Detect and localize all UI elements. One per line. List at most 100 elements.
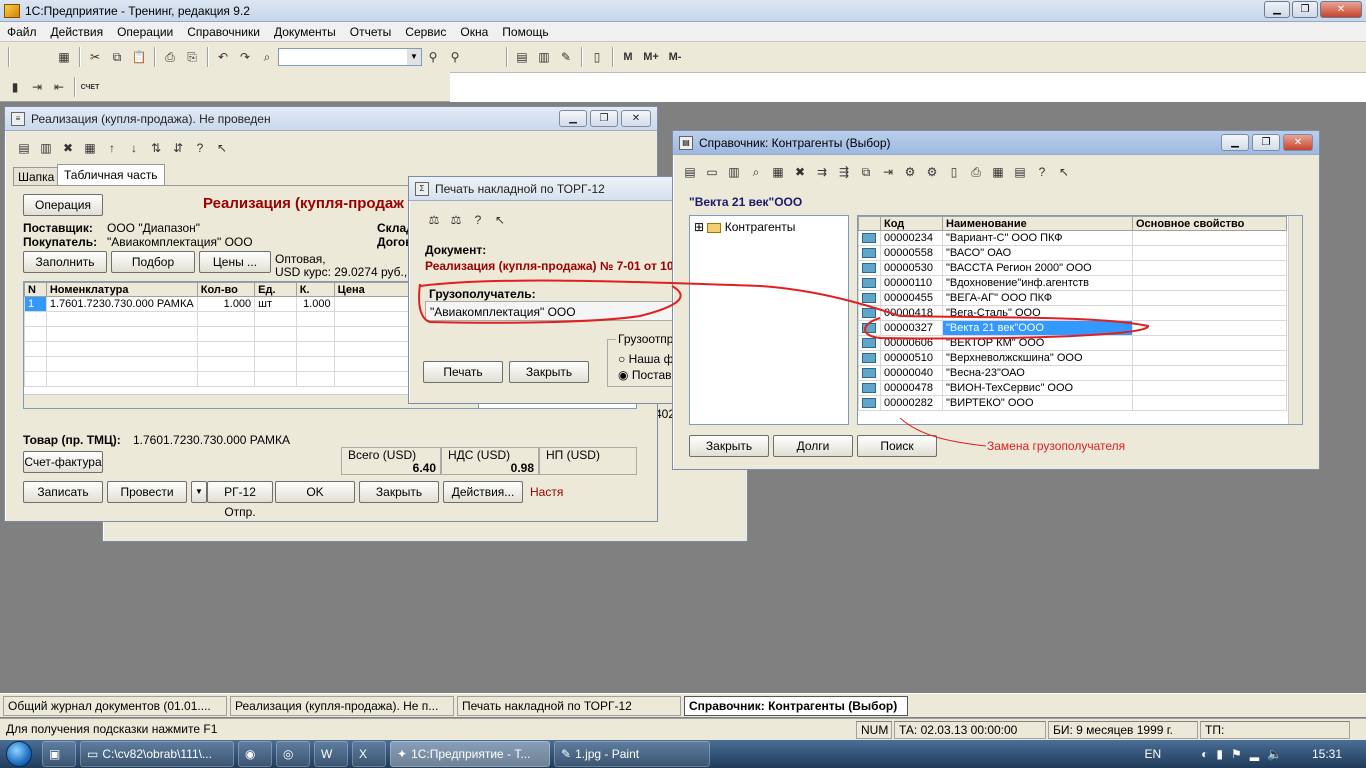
mdi-task-sale[interactable]: Реализация (купля-продажа). Не п... xyxy=(230,695,454,716)
start-button[interactable] xyxy=(0,740,38,768)
cell-code[interactable]: 00000558 xyxy=(880,245,943,261)
pointer-help-icon[interactable]: ↖ xyxy=(489,209,511,231)
sort-desc-icon[interactable]: ⇵ xyxy=(167,137,189,159)
cell-name[interactable]: "Весна-23"ОАО xyxy=(942,365,1133,381)
cell-main-prop[interactable] xyxy=(1132,275,1287,291)
buyer-value[interactable]: "Авиакомплектация" ООО xyxy=(107,235,253,249)
add-row-icon[interactable]: ▤ xyxy=(13,137,35,159)
cell-code[interactable]: 00000418 xyxy=(880,305,943,321)
task-firefox[interactable]: ◉ xyxy=(238,741,272,767)
report-icon[interactable]: ▯ xyxy=(943,161,965,183)
ref-tree[interactable]: ⊞ Контрагенты xyxy=(689,215,849,425)
filter-off-icon[interactable]: ⚙ xyxy=(921,161,943,183)
cut-icon[interactable]: ✂ xyxy=(84,46,106,68)
table-row[interactable]: 00000418 "Вега-Сталь" ООО xyxy=(858,305,1287,321)
debts-button[interactable]: Долги xyxy=(773,435,853,457)
radio-supplier[interactable]: ◉ Постав xyxy=(618,368,672,382)
cell-code[interactable]: 00000282 xyxy=(880,395,943,411)
cell-n[interactable]: 1 xyxy=(24,296,47,312)
sort-asc-icon[interactable]: ⇅ xyxy=(145,137,167,159)
memory-plus-button[interactable]: M+ xyxy=(639,46,663,68)
cell-name[interactable]: "Вариант-С" ООО ПКФ xyxy=(942,230,1133,246)
print-list-icon[interactable]: ⎙ xyxy=(965,161,987,183)
task-word[interactable]: W xyxy=(314,741,348,767)
ref-close-btn[interactable]: Закрыть xyxy=(689,435,769,457)
close-doc-button[interactable]: Закрыть xyxy=(359,481,439,503)
tab-table-part[interactable]: Табличная часть xyxy=(57,164,165,185)
task-icon-app[interactable]: ▣ xyxy=(42,741,76,767)
cell-main-prop[interactable] xyxy=(1132,290,1287,306)
invoice-button[interactable]: Счет-фактура xyxy=(23,451,103,473)
radio-our-firm[interactable]: ○ Наша ф xyxy=(618,352,673,366)
cell-code[interactable]: 00000478 xyxy=(880,380,943,396)
table-row[interactable]: 00000327 "Векта 21 век"ООО xyxy=(858,320,1287,336)
signal-icon[interactable]: ▂ xyxy=(1250,747,1259,761)
ok-button[interactable]: OK xyxy=(275,481,355,503)
col-nomenclature[interactable]: Номенклатура xyxy=(45,282,198,297)
fill-button[interactable]: Заполнить xyxy=(23,251,107,273)
settings2-icon[interactable]: ⚖ xyxy=(445,209,467,231)
menu-file[interactable]: Файл xyxy=(0,25,44,39)
book-icon[interactable]: ▯ xyxy=(586,46,608,68)
col-main-prop[interactable]: Основное свойство xyxy=(1132,216,1287,231)
ref-minimize-button[interactable]: ▁ xyxy=(1221,134,1249,151)
level-icon[interactable]: ⇥ xyxy=(877,161,899,183)
table-row[interactable]: 00000040 "Весна-23"ОАО xyxy=(858,365,1287,381)
task-excel[interactable]: X xyxy=(352,741,386,767)
col-code[interactable]: Код xyxy=(880,216,943,231)
ref-restore-button[interactable]: ❐ xyxy=(1252,134,1280,151)
cell-name[interactable]: "Верхневолжскшина" ООО xyxy=(942,350,1133,366)
cell-main-prop[interactable] xyxy=(1132,305,1287,321)
table-row[interactable]: 00000478 "ВИОН-ТехСервис" ООО xyxy=(858,380,1287,396)
sale-restore-button[interactable]: ❐ xyxy=(590,110,618,127)
volume-icon[interactable]: 🔈 xyxy=(1267,747,1282,761)
settings-icon[interactable]: ⚖ xyxy=(423,209,445,231)
table-row[interactable]: 00000234 "Вариант-С" ООО ПКФ xyxy=(858,230,1287,246)
table-row[interactable]: 00000282 "ВИРТЕКО" ООО xyxy=(858,395,1287,411)
cell-name[interactable]: "ВИОН-ТехСервис" ООО xyxy=(942,380,1133,396)
print-close-button[interactable]: Закрыть xyxy=(509,361,589,383)
delete-row-icon[interactable]: ✖ xyxy=(57,137,79,159)
menu-operations[interactable]: Операции xyxy=(110,25,180,39)
table-row[interactable]: 00000455 "ВЕГА-АГ" ООО ПКФ xyxy=(858,290,1287,306)
view-icon[interactable]: ▤ xyxy=(1009,161,1031,183)
cell-main-prop[interactable] xyxy=(1132,320,1287,336)
col-name[interactable]: Наименование xyxy=(942,216,1133,231)
post-dropdown-button[interactable]: ▼ xyxy=(191,481,207,503)
cell-code[interactable]: 00000606 xyxy=(880,335,943,351)
cell-nomenclature[interactable]: 1.7601.7230.730.000 РАМКА xyxy=(45,296,198,312)
menu-service[interactable]: Сервис xyxy=(398,25,453,39)
move-icon[interactable]: ⇉ xyxy=(811,161,833,183)
menu-reports[interactable]: Отчеты xyxy=(343,25,398,39)
cell-code[interactable]: 00000234 xyxy=(880,230,943,246)
ref-table[interactable]: Код Наименование Основное свойство 00000… xyxy=(857,215,1303,425)
copy-item-icon[interactable]: ▦ xyxy=(767,161,789,183)
hierarchy-icon[interactable]: ⧉ xyxy=(855,161,877,183)
network-icon[interactable]: ◐ xyxy=(1201,747,1208,761)
move-up-icon[interactable]: ↑ xyxy=(101,137,123,159)
binoculars-icon[interactable]: ⌕ xyxy=(256,46,278,68)
cell-name[interactable]: "ВАССТА Регион 2000" ООО xyxy=(942,260,1133,276)
consignee-field[interactable]: "Авиакомплектация" ООО xyxy=(425,301,677,321)
close-button[interactable]: ✕ xyxy=(1320,1,1362,18)
export-icon[interactable]: ⇤ xyxy=(48,76,70,98)
find-replace-icon[interactable]: ⚲ xyxy=(444,46,466,68)
cell-main-prop[interactable] xyxy=(1132,335,1287,351)
clock[interactable]: 15:31 xyxy=(1312,747,1342,761)
print-button[interactable]: Печать xyxy=(423,361,503,383)
rg12-button[interactable]: РГ-12 Отпр. xyxy=(207,481,273,519)
cell-name[interactable]: "ВАСО" ОАО xyxy=(942,245,1133,261)
cell-qty[interactable]: 1.000 xyxy=(196,296,256,312)
memory-minus-button[interactable]: M- xyxy=(663,46,687,68)
tree-root[interactable]: ⊞ Контрагенты xyxy=(694,220,795,234)
invoice-icon[interactable]: СЧЕТ xyxy=(79,76,101,98)
menu-windows[interactable]: Окна xyxy=(453,25,495,39)
find-icon[interactable]: ⌕ xyxy=(745,161,767,183)
mdi-task-ref[interactable]: Справочник: Контрагенты (Выбор) xyxy=(684,695,908,716)
new-item-icon[interactable]: ▤ xyxy=(679,161,701,183)
cell-code[interactable]: 00000327 xyxy=(880,320,943,336)
open-icon[interactable]: ▥ xyxy=(723,161,745,183)
paste-icon[interactable]: 📋 xyxy=(128,46,150,68)
calculator-icon[interactable]: ▤ xyxy=(511,46,533,68)
copy-icon[interactable]: ⧉ xyxy=(106,46,128,68)
